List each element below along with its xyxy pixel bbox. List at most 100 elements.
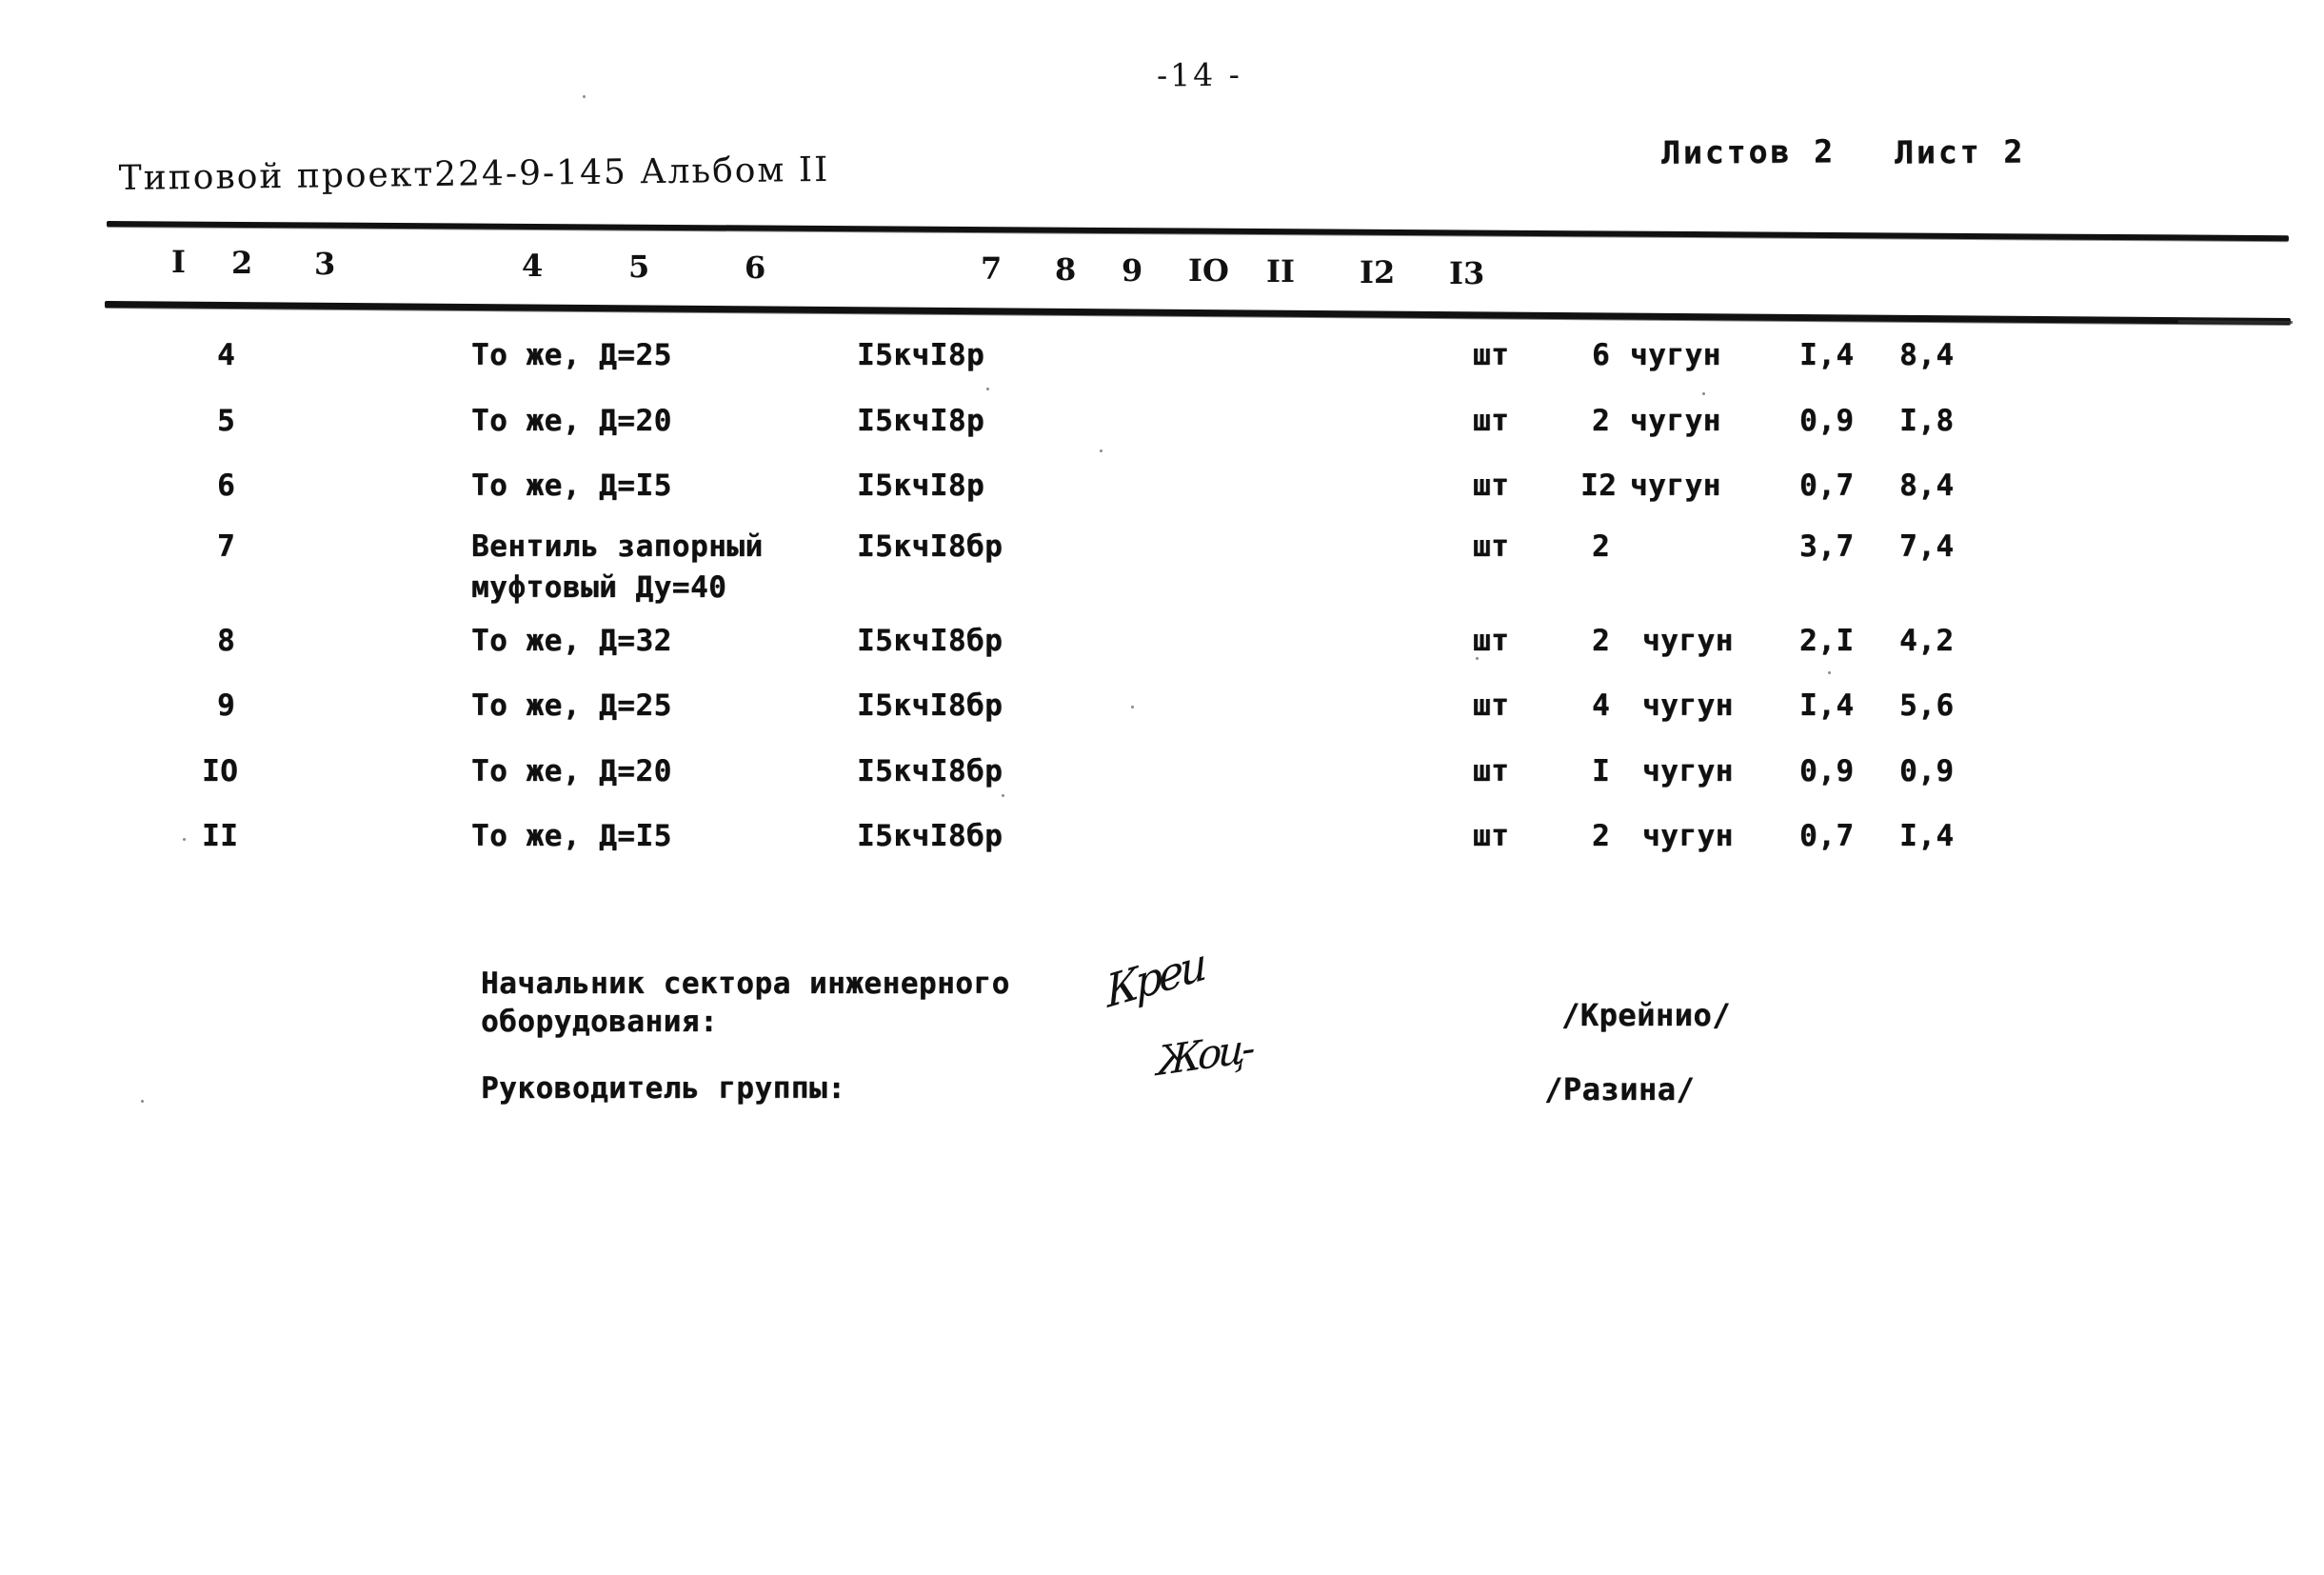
table-row: 9 То же, Д=25 I5кчI8бр шт 4 чугун I,4 5,… [0, 688, 2324, 730]
project-title-handwritten: Типовой проект224-9-145 Альбом II [118, 150, 830, 198]
item-mark: I5кчI8бр [857, 624, 1003, 658]
item-quantity: I2 [1580, 469, 1618, 503]
item-name: Вентиль запорный [471, 529, 764, 564]
item-material: чугун [1642, 754, 1734, 788]
item-mass-total: 8,4 [1899, 338, 1955, 372]
column-header-11: II [1266, 253, 1295, 289]
item-name: То же, Д=I5 [471, 819, 672, 853]
scan-speckle [141, 1100, 144, 1103]
row-number: 9 [217, 688, 236, 723]
item-mass-total: I,8 [1899, 404, 1955, 438]
table-row: 7 Вентиль запорный муфтовый Ду=40 I5кчI8… [0, 529, 2324, 606]
table-row: 4 То же, Д=25 I5кчI8р шт 6 чугун I,4 8,4 [0, 338, 2324, 380]
column-header-3: 3 [314, 246, 336, 282]
item-mark: I5кчI8бр [857, 529, 1003, 564]
item-quantity: 2 [1592, 819, 1611, 853]
column-header-5: 5 [628, 249, 650, 285]
item-mass-unit: 2,I [1799, 624, 1855, 658]
table-top-rule [106, 221, 2289, 242]
scan-speckle [1828, 671, 1831, 674]
item-mark: I5кчI8р [857, 404, 985, 438]
sheet-number-label: Лист 2 [1894, 132, 2026, 171]
row-number: II [202, 819, 239, 853]
item-mark: I5кчI8р [857, 338, 985, 372]
row-number: 7 [217, 529, 236, 564]
item-unit: шт [1473, 624, 1510, 658]
item-name: То же, Д=25 [471, 688, 672, 723]
signatory-name-2: /Разина/ [1544, 1071, 1696, 1107]
handwritten-signature-1: Креи [1104, 937, 1205, 1019]
item-mass-total: 7,4 [1899, 529, 1955, 564]
column-header-4: 4 [522, 248, 544, 284]
item-mass-unit: 0,7 [1799, 469, 1855, 503]
row-number: 6 [217, 469, 236, 503]
item-mark: I5кчI8бр [857, 688, 1003, 723]
row-number: 8 [217, 624, 236, 658]
item-mark: I5кчI8бр [857, 754, 1003, 788]
item-material: чугун [1630, 338, 1721, 372]
item-unit: шт [1473, 819, 1510, 853]
item-material: чугун [1642, 819, 1734, 853]
item-mass-unit: 0,9 [1799, 754, 1855, 788]
signature-role-1-line-1: Начальник сектора инженерного [481, 967, 1010, 1001]
item-unit: шт [1473, 529, 1510, 564]
column-header-12: I2 [1360, 254, 1396, 290]
page-number: -14 - [1156, 55, 1242, 94]
item-mark: I5кчI8бр [857, 819, 1003, 853]
scan-speckle [986, 388, 989, 390]
item-unit: шт [1473, 404, 1510, 438]
item-unit: шт [1473, 754, 1510, 788]
table-header-bottom-rule [104, 301, 2291, 326]
scan-speckle [1002, 794, 1004, 797]
item-name: То же, Д=I5 [471, 469, 672, 503]
column-header-2: 2 [231, 245, 253, 281]
sheets-count-label: Листов 2 [1660, 132, 1837, 171]
item-unit: шт [1473, 338, 1510, 372]
column-header-8: 8 [1055, 251, 1077, 288]
item-quantity: 6 [1592, 338, 1611, 372]
item-quantity: I [1592, 754, 1611, 788]
scan-speckle [1131, 706, 1134, 708]
item-mass-total: I,4 [1899, 819, 1955, 853]
item-mass-total: 4,2 [1899, 624, 1955, 658]
scan-speckle [1702, 392, 1705, 395]
column-header-6: 6 [745, 249, 766, 286]
signatory-name-1: /Крейнио/ [1561, 997, 1731, 1033]
item-mass-total: 5,6 [1899, 688, 1955, 723]
column-header-7: 7 [981, 250, 1003, 287]
item-name: То же, Д=20 [471, 404, 672, 438]
item-unit: шт [1473, 688, 1510, 723]
item-mass-total: 0,9 [1899, 754, 1955, 788]
item-material: чугун [1642, 624, 1734, 658]
item-name: То же, Д=20 [471, 754, 672, 788]
column-header-9: 9 [1122, 252, 1143, 289]
handwritten-signature-2: Жоц- [1156, 1024, 1253, 1086]
item-mark: I5кчI8р [857, 469, 985, 503]
item-name: То же, Д=32 [471, 624, 672, 658]
item-name: То же, Д=25 [471, 338, 672, 372]
column-header-1: I [171, 244, 186, 280]
signature-role-1-line-2: оборудования: [481, 1005, 719, 1039]
item-quantity: 4 [1592, 688, 1611, 723]
item-mass-unit: I,4 [1799, 688, 1855, 723]
item-unit: шт [1473, 469, 1510, 503]
item-name-line2: муфтовый Ду=40 [471, 570, 727, 605]
item-material: чугун [1642, 688, 1734, 723]
item-mass-total: 8,4 [1899, 469, 1955, 503]
scan-speckle [583, 95, 586, 98]
item-quantity: 2 [1592, 529, 1611, 564]
table-row: 6 То же, Д=I5 I5кчI8р шт I2 чугун 0,7 8,… [0, 469, 2324, 510]
item-material: чугун [1630, 404, 1721, 438]
item-quantity: 2 [1592, 624, 1611, 658]
row-number: 5 [217, 404, 236, 438]
item-quantity: 2 [1592, 404, 1611, 438]
item-mass-unit: 0,9 [1799, 404, 1855, 438]
table-row: IO То же, Д=20 I5кчI8бр шт I чугун 0,9 0… [0, 754, 2324, 796]
scan-speckle [1476, 657, 1479, 660]
item-material: чугун [1630, 469, 1721, 503]
item-mass-unit: 0,7 [1799, 819, 1855, 853]
scanned-document-page: -14 - Листов 2 Лист 2 Типовой проект224-… [0, 0, 2324, 1575]
row-number: 4 [217, 338, 236, 372]
signature-role-2: Руководитель группы: [481, 1071, 846, 1106]
table-row: 8 То же, Д=32 I5кчI8бр шт 2 чугун 2,I 4,… [0, 624, 2324, 666]
